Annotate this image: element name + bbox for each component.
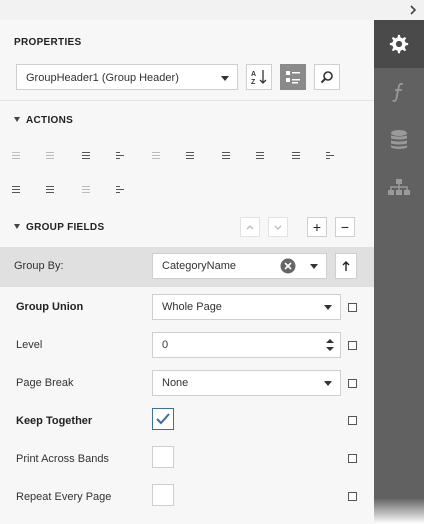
chevron-up-icon — [246, 225, 254, 230]
reset-marker[interactable] — [348, 454, 357, 463]
format-icon[interactable] — [150, 150, 162, 162]
tab-report-explorer[interactable] — [374, 164, 424, 212]
panel-title: PROPERTIES — [14, 37, 82, 48]
reset-marker[interactable] — [348, 341, 357, 350]
search-button[interactable] — [314, 64, 340, 90]
side-tab-bar — [374, 20, 424, 524]
database-icon — [391, 130, 407, 149]
remove-group-field-button[interactable]: − — [335, 217, 355, 237]
gear-icon — [389, 34, 409, 54]
actions-header[interactable]: ACTIONS — [14, 115, 73, 126]
hierarchy-icon — [388, 179, 410, 195]
clear-icon[interactable] — [280, 258, 296, 274]
divider — [0, 100, 374, 101]
group-fields-header[interactable]: GROUP FIELDS — [14, 222, 104, 233]
spacing-icon[interactable] — [324, 150, 336, 162]
properties-panel: PROPERTIES GroupHeader1 (Group Header) A… — [0, 20, 374, 524]
align-left-icon[interactable] — [10, 150, 22, 162]
align-right-icon[interactable] — [80, 150, 92, 162]
group-union-label: Group Union — [16, 301, 84, 313]
center-icon[interactable] — [44, 184, 56, 196]
keep-together-label: Keep Together — [16, 415, 93, 427]
layout-icon[interactable] — [114, 184, 126, 196]
repeat-every-page-checkbox[interactable] — [152, 484, 174, 506]
checkmark-icon — [156, 413, 170, 425]
spin-arrows-icon[interactable] — [325, 337, 335, 353]
size-icon[interactable] — [184, 150, 196, 162]
print-across-bands-label: Print Across Bands — [16, 453, 109, 465]
order-icon[interactable] — [80, 184, 92, 196]
height-icon[interactable] — [254, 150, 266, 162]
collapse-triangle-icon — [14, 224, 20, 229]
group-union-value: Whole Page — [162, 301, 222, 313]
sort-alphabetically-button[interactable]: A Z — [246, 64, 272, 90]
arrow-up-icon — [342, 261, 350, 271]
group-by-label: Group By: — [14, 260, 64, 272]
page-break-label: Page Break — [16, 377, 74, 389]
align-justify-icon[interactable] — [114, 150, 126, 162]
reset-marker[interactable] — [348, 492, 357, 501]
page-break-value: None — [162, 377, 189, 389]
page-break-select[interactable]: None — [152, 370, 341, 396]
tab-data-sources[interactable] — [374, 116, 424, 164]
reset-marker[interactable] — [348, 379, 357, 388]
clipboard-icon[interactable] — [290, 150, 302, 162]
move-down-button[interactable] — [268, 217, 288, 237]
keep-together-checkbox[interactable] — [152, 408, 174, 430]
sidebar-fade — [374, 498, 424, 524]
component-selector[interactable]: GroupHeader1 (Group Header) — [16, 64, 238, 90]
sort-order-button[interactable] — [335, 253, 357, 279]
move-up-button[interactable] — [240, 217, 260, 237]
component-selector-value: GroupHeader1 (Group Header) — [26, 72, 179, 84]
reset-marker[interactable] — [348, 416, 357, 425]
search-icon — [320, 71, 333, 84]
dropdown-arrow-icon — [324, 381, 332, 386]
print-across-bands-checkbox[interactable] — [152, 446, 174, 468]
categorized-view-button[interactable] — [280, 64, 306, 90]
tab-expressions[interactable] — [374, 68, 424, 116]
dropdown-arrow-icon — [221, 76, 229, 81]
dropdown-arrow-icon — [324, 305, 332, 310]
distribute-icon[interactable] — [10, 184, 22, 196]
categorized-list-icon — [286, 71, 300, 84]
group-by-value: CategoryName — [162, 260, 236, 272]
align-center-icon[interactable] — [44, 150, 56, 162]
width-icon[interactable] — [220, 150, 232, 162]
svg-text:Z: Z — [251, 79, 256, 86]
tab-properties[interactable] — [374, 20, 424, 68]
collapse-triangle-icon — [14, 117, 20, 122]
level-spin-editor[interactable]: 0 — [152, 332, 341, 358]
dropdown-arrow-icon — [310, 264, 318, 269]
function-icon — [392, 82, 404, 102]
group-union-select[interactable]: Whole Page — [152, 294, 341, 320]
group-by-row: Group By: CategoryName — [0, 247, 374, 287]
level-label: Level — [16, 339, 43, 351]
add-group-field-button[interactable]: + — [307, 217, 327, 237]
reset-marker[interactable] — [348, 303, 357, 312]
repeat-every-page-label: Repeat Every Page — [16, 491, 112, 503]
chevron-right-icon[interactable] — [406, 3, 420, 17]
chevron-down-icon — [274, 225, 282, 230]
level-value: 0 — [162, 339, 169, 351]
group-by-field[interactable]: CategoryName — [152, 253, 327, 279]
top-bar — [0, 0, 424, 20]
svg-text:A: A — [251, 71, 256, 78]
sort-az-icon: A Z — [251, 70, 267, 86]
